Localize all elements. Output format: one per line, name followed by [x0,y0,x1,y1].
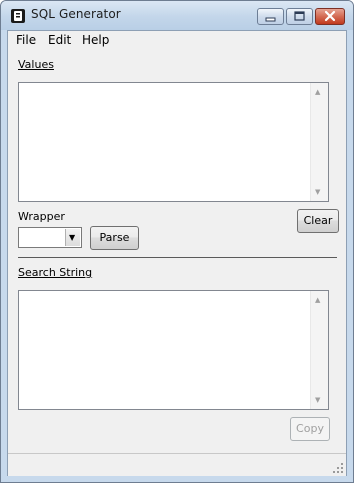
copy-button[interactable]: Copy [290,417,330,441]
menu-file[interactable]: File [16,33,36,47]
values-scrollbar[interactable]: ▲ ▼ [310,83,328,201]
menu-help[interactable]: Help [82,33,109,47]
minimize-button[interactable] [257,8,284,25]
close-button[interactable] [315,8,345,25]
close-icon [324,10,336,22]
parse-button[interactable]: Parse [90,226,139,250]
client-area: File Edit Help Values ▲ ▼ Wrapper ▼ Pars… [7,30,347,476]
scroll-down-icon[interactable]: ▼ [315,188,320,196]
chevron-down-icon: ▼ [69,233,76,242]
search-string-scrollbar[interactable]: ▲ ▼ [310,291,328,409]
clear-button[interactable]: Clear [297,209,339,233]
section-divider [18,257,337,258]
app-icon [11,9,25,23]
values-label: Values [18,58,54,71]
scroll-down-icon[interactable]: ▼ [315,396,320,404]
maximize-button[interactable] [286,8,313,25]
window-title: SQL Generator [31,7,121,21]
title-bar[interactable]: SQL Generator [1,1,353,30]
wrapper-select[interactable]: ▼ [18,227,82,248]
status-bar [8,453,346,476]
search-string-label: Search String [18,266,93,279]
wrapper-label: Wrapper [18,210,65,223]
wrapper-dropdown-button[interactable]: ▼ [65,229,80,246]
resize-grip-icon[interactable] [332,462,344,474]
menu-bar: File Edit Help [8,31,346,49]
maximize-icon [294,11,305,21]
menu-edit[interactable]: Edit [48,33,71,47]
scroll-up-icon[interactable]: ▲ [315,296,320,304]
app-window: SQL Generator File Edit Help Values ▲ ▼ … [0,0,354,483]
values-textarea[interactable]: ▲ ▼ [18,82,329,202]
minimize-icon [265,17,276,22]
search-string-textarea[interactable]: ▲ ▼ [18,290,329,410]
scroll-up-icon[interactable]: ▲ [315,88,320,96]
